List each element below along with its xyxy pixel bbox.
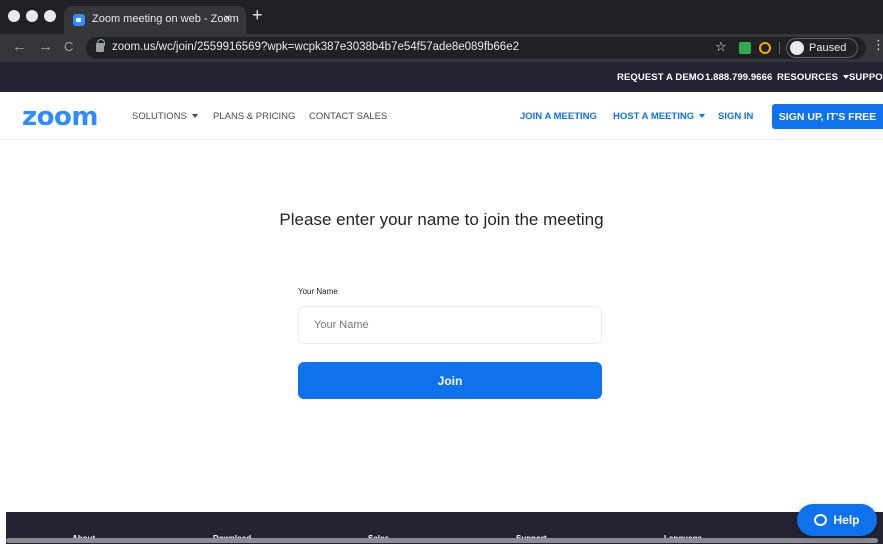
browser-tab-bar: Zoom meeting on web - Zoom × + [0, 0, 883, 34]
browser-tab[interactable]: Zoom meeting on web - Zoom × [64, 6, 246, 34]
window-minimize-dot[interactable] [26, 10, 38, 22]
utility-bar: REQUEST A DEMO 1.888.799.9666 RESOURCES … [0, 62, 883, 92]
browser-toolbar: ← → C zoom.us/wc/join/2559916569?wpk=wcp… [0, 34, 883, 62]
profile-button[interactable]: Paused [786, 38, 858, 58]
resources-menu[interactable]: RESOURCES [777, 72, 850, 83]
new-tab-icon[interactable]: + [252, 6, 263, 24]
profile-label: Paused [809, 42, 847, 54]
chat-bubble-icon [814, 514, 828, 526]
zoom-favicon-icon [73, 14, 85, 26]
reload-icon[interactable]: C [64, 38, 73, 56]
host-meeting-menu[interactable]: HOST A MEETING [613, 111, 706, 122]
zoom-logo[interactable]: zoom [22, 102, 98, 132]
horizontal-scrollbar[interactable] [6, 538, 878, 543]
address-bar[interactable]: zoom.us/wc/join/2559916569?wpk=wcpk387e3… [86, 37, 866, 59]
solutions-menu[interactable]: SOLUTIONS [132, 111, 198, 122]
plans-pricing-link[interactable]: PLANS & PRICING [213, 111, 295, 122]
solutions-label: SOLUTIONS [132, 111, 187, 122]
phone-link[interactable]: 1.888.799.9666 [705, 72, 772, 83]
lock-icon [96, 39, 105, 52]
join-meeting-link[interactable]: JOIN A MEETING [520, 111, 597, 122]
tab-title: Zoom meeting on web - Zoom [92, 13, 239, 25]
request-demo-link[interactable]: REQUEST A DEMO [617, 72, 704, 83]
contact-sales-link[interactable]: CONTACT SALES [309, 111, 387, 122]
name-input[interactable] [298, 306, 602, 344]
avatar [790, 41, 804, 55]
toolbar-divider [779, 42, 780, 54]
host-meeting-label: HOST A MEETING [613, 111, 695, 122]
resources-label: RESOURCES [777, 72, 839, 83]
name-field-label: Your Name [298, 287, 338, 296]
join-button[interactable]: Join [298, 362, 602, 399]
url-text[interactable]: zoom.us/wc/join/2559916569?wpk=wcpk387e3… [112, 41, 519, 53]
tab-close-icon[interactable]: × [224, 11, 231, 25]
chevron-down-icon [699, 114, 706, 119]
back-arrow-icon[interactable]: ← [12, 38, 27, 56]
forward-arrow-icon[interactable]: → [38, 38, 53, 56]
screen: Zoom meeting on web - Zoom × + ← → C zoo… [0, 0, 883, 544]
help-button[interactable]: Help [797, 504, 877, 536]
sign-up-button[interactable]: SIGN UP, IT'S FREE [772, 104, 883, 129]
help-label: Help [833, 513, 860, 527]
browser-menu-icon[interactable]: ⋮ [872, 38, 883, 51]
chevron-down-icon [191, 114, 198, 119]
sign-in-link[interactable]: SIGN IN [718, 111, 753, 122]
extension-icon[interactable] [759, 42, 771, 54]
support-link[interactable]: SUPPORT [849, 72, 883, 83]
window-close-dot[interactable] [8, 10, 20, 22]
main-nav: zoom SOLUTIONS PLANS & PRICING CONTACT S… [0, 92, 883, 140]
bookmark-star-icon[interactable]: ☆ [715, 39, 727, 55]
window-maximize-dot[interactable] [44, 10, 56, 22]
extension-icon[interactable] [739, 42, 751, 54]
page-title: Please enter your name to join the meeti… [279, 210, 604, 229]
